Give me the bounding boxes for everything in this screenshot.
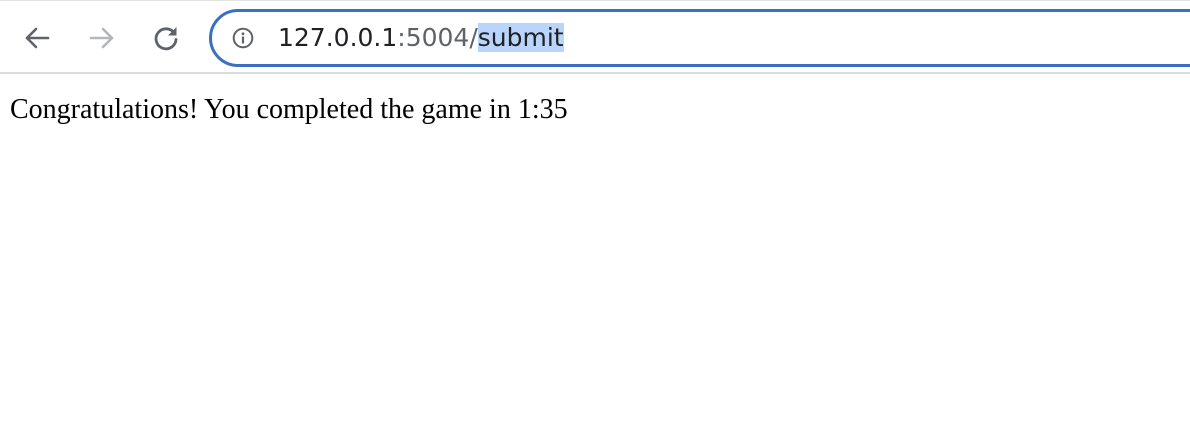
url-text[interactable]: 127.0.0.1:5004/submit xyxy=(278,22,564,54)
toolbar-top-divider xyxy=(0,0,1190,1)
completion-message: Congratulations! You completed the game … xyxy=(10,94,568,125)
arrow-left-icon xyxy=(25,27,50,49)
reload-icon xyxy=(154,27,178,51)
back-button[interactable] xyxy=(19,20,55,56)
info-icon[interactable] xyxy=(232,27,254,49)
url-path-selected: submit xyxy=(477,23,564,52)
browser-toolbar: 127.0.0.1:5004/submit xyxy=(0,0,1190,74)
forward-button[interactable] xyxy=(84,20,120,56)
url-host: 127.0.0.1 xyxy=(278,23,398,52)
arrow-right-icon xyxy=(89,27,114,49)
address-bar[interactable]: 127.0.0.1:5004/submit xyxy=(209,9,1190,67)
reload-button[interactable] xyxy=(148,20,184,56)
url-port: :5004/ xyxy=(397,23,478,52)
